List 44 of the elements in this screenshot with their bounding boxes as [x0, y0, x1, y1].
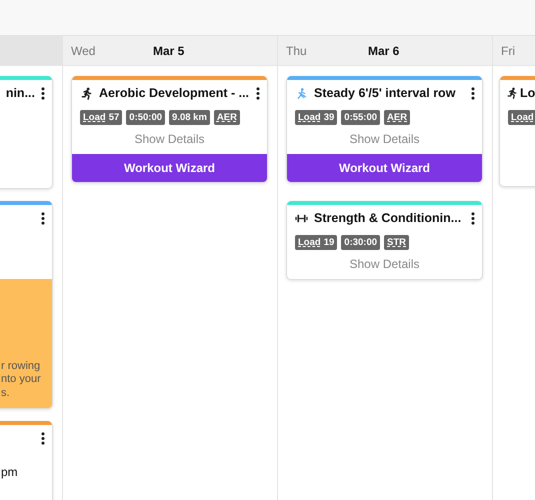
- workout-title: Strength & Conditionin...: [314, 211, 462, 225]
- metric-tag: STR: [384, 235, 410, 250]
- workout-title: nin...: [4, 86, 35, 100]
- metric-tag: AER: [214, 110, 240, 125]
- more-options-icon[interactable]: [41, 86, 45, 100]
- workout-card[interactable]: Strength & Conditionin... Load 19 0:30:00 STR Show Details: [286, 201, 483, 280]
- workout-card[interactable]: r rowing nto your s.: [0, 201, 53, 409]
- workout-wizard-button[interactable]: Workout Wizard: [287, 154, 482, 182]
- weekday-label: Wed: [71, 44, 96, 58]
- metric-tag: 9.08 km: [169, 110, 210, 125]
- metric-tag: AER: [384, 110, 410, 125]
- metric-tag: 0:55:00: [341, 110, 380, 125]
- runner-icon: [506, 87, 518, 99]
- rower-icon: [295, 86, 308, 100]
- weekday-label: Fri: [501, 44, 516, 58]
- workout-card[interactable]: nin...: [0, 76, 53, 189]
- metric-tag: Load 57: [80, 110, 122, 125]
- more-options-icon[interactable]: [471, 212, 475, 224]
- weekday-label: Thu: [286, 44, 308, 58]
- more-options-icon[interactable]: [41, 212, 45, 224]
- workout-title: Aerobic Development - ...: [99, 86, 250, 100]
- metric-tag: 0:50:00: [126, 110, 166, 125]
- more-options-icon[interactable]: [41, 432, 45, 444]
- notice-text: r rowing nto your s.: [1, 360, 41, 400]
- more-options-icon[interactable]: [471, 86, 475, 100]
- show-details-link[interactable]: Show Details: [72, 125, 267, 154]
- metric-tag: Load 39: [295, 110, 338, 125]
- workout-note: pm: [0, 464, 19, 479]
- show-details-link[interactable]: Show Details: [287, 125, 482, 154]
- workout-card[interactable]: Steady 6'/5' interval row Load 39 0:55:00 AER Show Details Workout Wizard: [286, 76, 483, 183]
- date-label: Mar 5: [153, 44, 184, 58]
- more-options-icon[interactable]: [256, 86, 260, 100]
- runner-icon: [80, 86, 93, 100]
- date-label: Mar 6: [368, 44, 400, 58]
- workout-wizard-button[interactable]: Workout Wizard: [72, 154, 267, 182]
- show-details-link[interactable]: Show Details: [287, 250, 482, 279]
- workout-card[interactable]: Aerobic Development - ... Load 57 0:50:00 9.08 km AER Show Details Workout Wizard: [71, 76, 268, 183]
- metric-tag: 0:30:00: [341, 235, 380, 250]
- workout-title: Lo: [520, 86, 535, 100]
- workout-title: Steady 6'/5' interval row: [314, 86, 456, 100]
- metric-tag: Load 19: [295, 235, 338, 250]
- workout-card[interactable]: pm: [0, 421, 53, 500]
- workout-card[interactable]: Lo Load: [499, 76, 535, 187]
- metric-tag: Load: [508, 110, 535, 125]
